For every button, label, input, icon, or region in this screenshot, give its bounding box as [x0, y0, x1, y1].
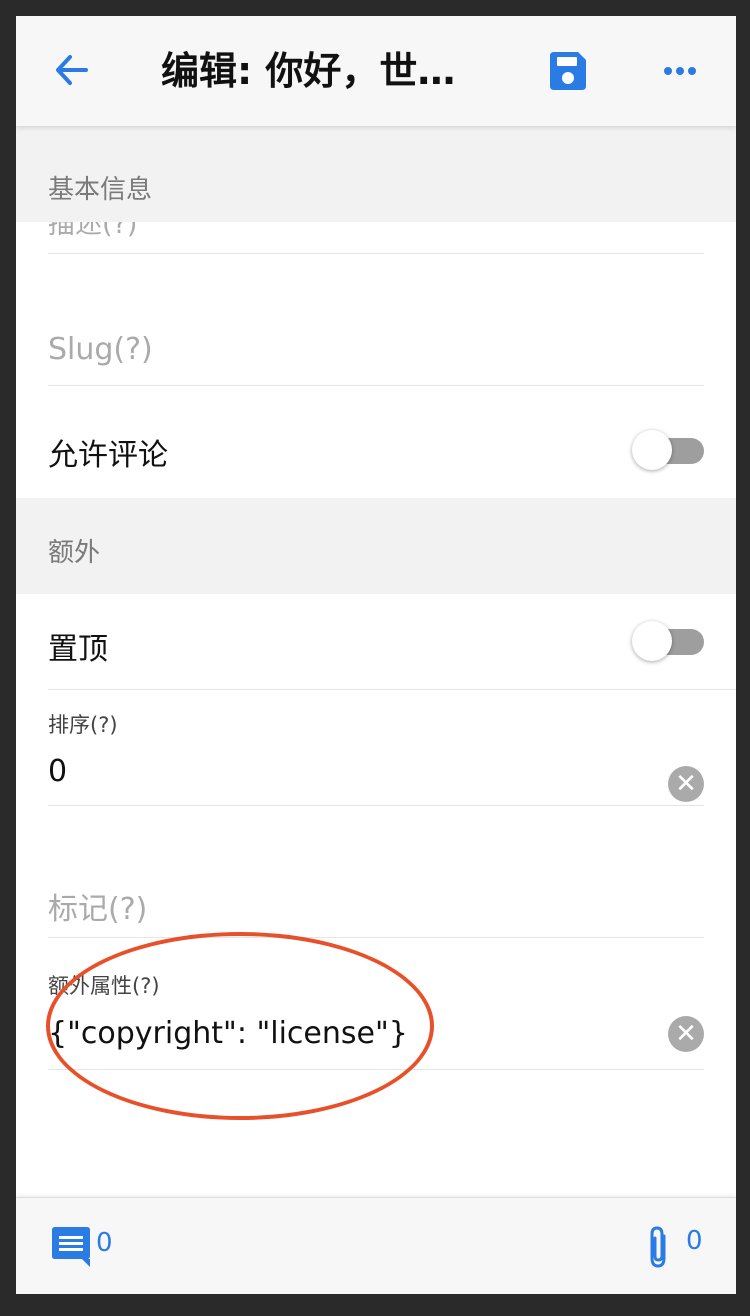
allow-comments-label: 允许评论	[48, 438, 168, 473]
comment-count: 0	[96, 1228, 113, 1258]
sticky-row: 置顶	[16, 594, 736, 689]
bottom-toolbar: 0 0	[16, 1197, 736, 1294]
save-button[interactable]	[546, 50, 590, 94]
order-field[interactable]: 排序(?) 0 ✕	[16, 690, 736, 805]
section-title: 额外	[48, 538, 101, 568]
allow-comments-toggle[interactable]	[632, 430, 704, 470]
more-horizontal-icon	[664, 67, 696, 75]
paperclip-icon	[650, 1226, 666, 1268]
arrow-left-icon	[56, 55, 88, 85]
comments-button[interactable]: 0	[50, 1226, 140, 1270]
allow-comments-row: 允许评论	[16, 386, 736, 498]
tags-placeholder: 标记(?)	[48, 892, 148, 927]
tags-field[interactable]: 标记(?)	[16, 806, 736, 937]
description-field[interactable]: 描述(?)	[16, 222, 736, 254]
order-value[interactable]: 0	[48, 754, 67, 789]
attachment-count: 0	[686, 1226, 703, 1256]
app-screen: 编辑: 你好，世… 基本信息 描述(?) Slug(?) 允许评论 额外 置顶 …	[16, 16, 736, 1294]
clear-order-button[interactable]: ✕	[668, 766, 704, 802]
order-label: 排序(?)	[48, 713, 118, 737]
extra-attrs-field[interactable]: 额外属性(?) {"copyright": "license"} ✕	[16, 938, 736, 1069]
floppy-disk-icon	[550, 52, 586, 90]
divider	[48, 1069, 704, 1070]
comment-icon	[52, 1227, 90, 1267]
extra-attrs-value[interactable]: {"copyright": "license"}	[48, 1016, 408, 1051]
extra-attrs-label: 额外属性(?)	[48, 974, 160, 998]
section-title: 基本信息	[48, 175, 153, 205]
toggle-knob	[632, 430, 672, 470]
toggle-knob	[632, 621, 672, 661]
close-icon: ✕	[675, 1019, 697, 1049]
sticky-toggle[interactable]	[632, 621, 704, 661]
app-header: 编辑: 你好，世…	[16, 16, 736, 127]
slug-field[interactable]: Slug(?)	[16, 254, 736, 385]
section-header-extra: 额外	[16, 498, 736, 594]
sticky-label: 置顶	[48, 632, 108, 667]
more-button[interactable]	[660, 56, 700, 86]
page-title: 编辑: 你好，世…	[161, 49, 456, 93]
close-icon: ✕	[675, 769, 697, 799]
back-button[interactable]	[50, 48, 94, 92]
section-header-basic: 基本信息	[16, 127, 736, 222]
description-placeholder: 描述(?)	[48, 222, 138, 240]
slug-placeholder: Slug(?)	[48, 332, 153, 367]
attachments-button[interactable]: 0	[644, 1224, 714, 1270]
clear-extra-attrs-button[interactable]: ✕	[668, 1016, 704, 1052]
